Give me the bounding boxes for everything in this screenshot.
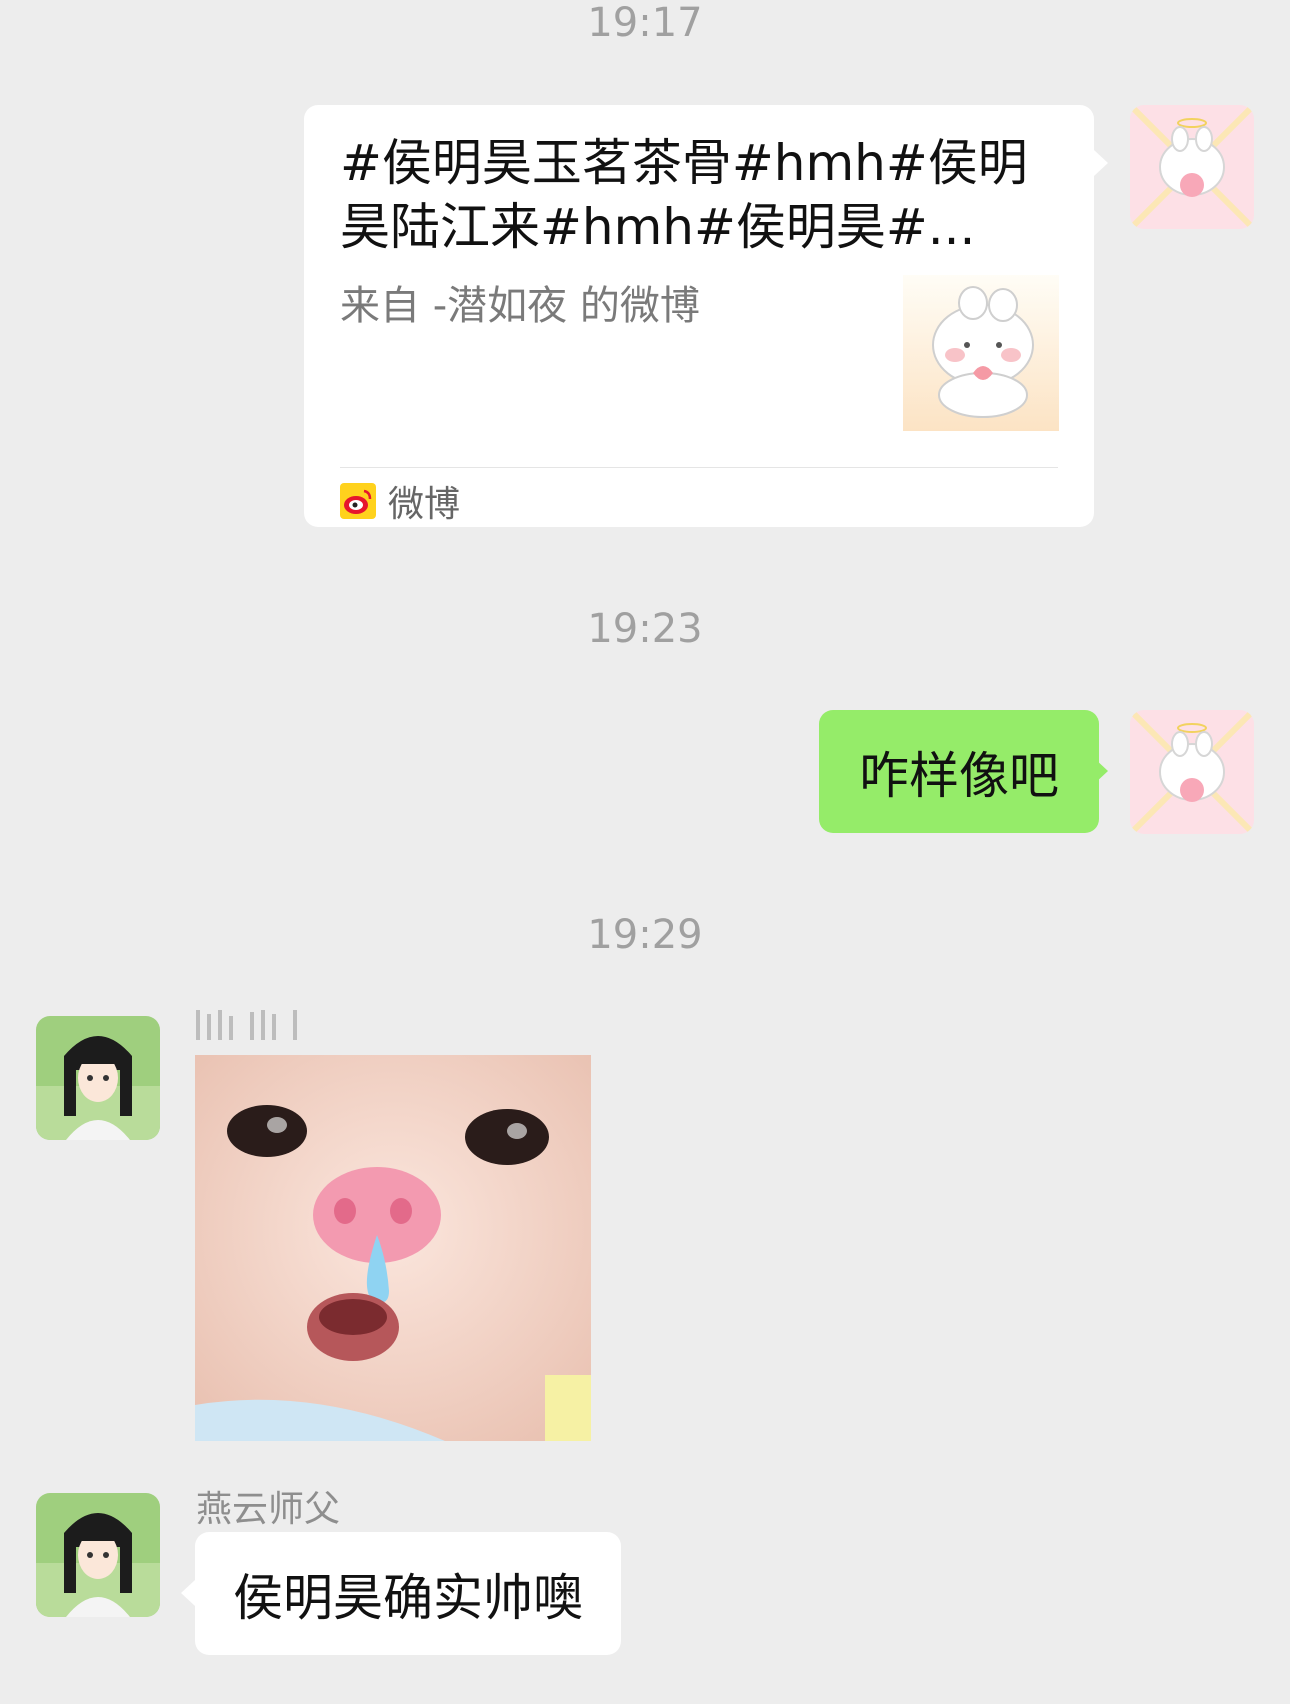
link-card-divider: [340, 467, 1058, 468]
link-card-title: #侯明昊玉茗茶骨#hmh#侯明昊陆江来#hmh#侯明昊#...: [340, 134, 1028, 256]
bubble-tail: [1094, 150, 1108, 176]
weibo-link-card[interactable]: #侯明昊玉茗茶骨#hmh#侯明昊陆江来#hmh#侯明昊#... 来自 -潜如夜 …: [304, 105, 1094, 527]
timestamp: 19:17: [587, 0, 703, 46]
received-message-bubble[interactable]: 侯明昊确实帅噢: [195, 1532, 621, 1655]
baby-pig-nose-sticker-icon[interactable]: [195, 1055, 591, 1441]
sender-name: 燕云师父: [196, 1489, 341, 1530]
timestamp: 19:23: [587, 606, 703, 652]
link-card-subtitle: 来自 -潜如夜 的微博: [340, 283, 700, 329]
weibo-icon: [340, 483, 376, 519]
timestamp: 19:29: [587, 912, 703, 958]
sent-message-bubble[interactable]: 咋样像吧: [819, 710, 1099, 833]
sender-name-redacted: [196, 1010, 297, 1040]
my-avatar[interactable]: [1130, 105, 1254, 229]
my-avatar[interactable]: [1130, 710, 1254, 834]
link-card-source-label: 微博: [388, 484, 461, 525]
bubble-tail: [1094, 758, 1108, 784]
sent-message-text: 咋样像吧: [859, 746, 1059, 805]
received-message-text: 侯明昊确实帅噢: [233, 1568, 583, 1627]
bunny-sticker-icon: [903, 275, 1059, 431]
link-card-source: 微博: [340, 477, 460, 525]
contact-avatar[interactable]: [36, 1016, 160, 1140]
contact-avatar[interactable]: [36, 1493, 160, 1617]
bubble-tail: [181, 1580, 195, 1606]
